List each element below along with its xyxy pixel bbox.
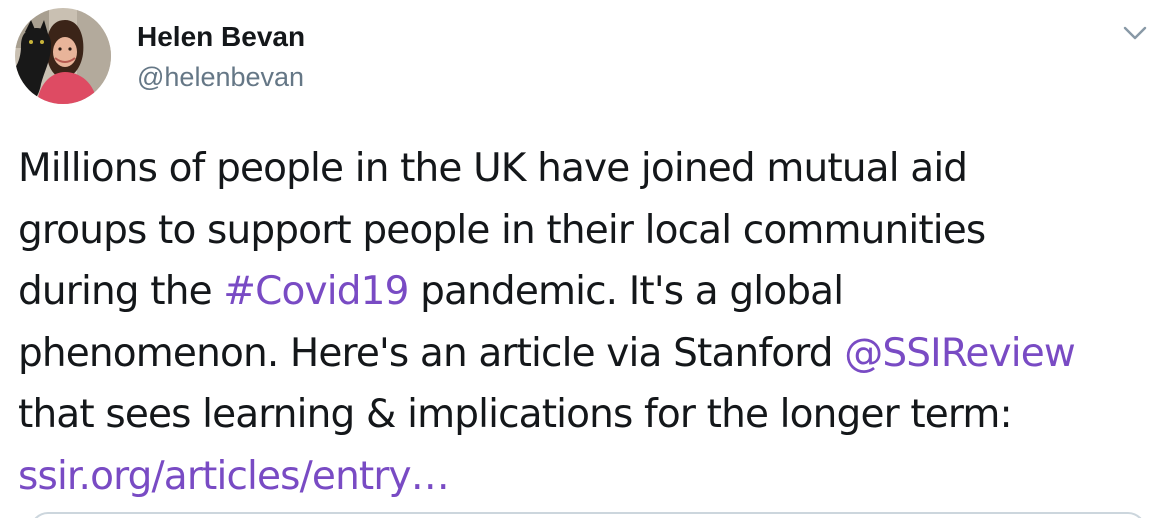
- link-preview-card[interactable]: [30, 512, 1146, 518]
- chevron-down-icon: [1123, 26, 1147, 40]
- tweet-text-segment: phenomenon. Here's an article via Stanfo…: [18, 330, 845, 376]
- tweet-text-line: during the #Covid19 pandemic. It's a glo…: [18, 261, 1158, 323]
- tweet-text-line: ssir.org/articles/entry…: [18, 446, 1158, 508]
- tweet-text-segment: Millions of people in the UK have joined…: [18, 146, 968, 191]
- avatar[interactable]: [15, 8, 111, 104]
- tweet-menu-button[interactable]: [1121, 20, 1149, 46]
- tweet-text-segment: pandemic. It's a global: [408, 269, 844, 314]
- tweet-text-segment: groups to support people in their local …: [18, 207, 986, 253]
- hashtag-link[interactable]: #Covid19: [223, 269, 409, 314]
- tweet-text-line: groups to support people in their local …: [18, 200, 1158, 262]
- mention-link[interactable]: @SSIReview: [844, 331, 1076, 376]
- tweet-text: Millions of people in the UK have joined…: [18, 138, 1158, 507]
- tweet-text-segment: that sees learning & implications for th…: [18, 392, 1013, 437]
- tweet-text-line: Millions of people in the UK have joined…: [18, 138, 1158, 200]
- tweet-text-segment: during the: [18, 269, 224, 314]
- author-handle[interactable]: @helenbevan: [137, 60, 304, 94]
- tweet: Helen Bevan @helenbevan Millions of peop…: [0, 0, 1173, 518]
- url-link[interactable]: ssir.org/articles/entry…: [18, 454, 450, 499]
- author-name[interactable]: Helen Bevan: [137, 20, 305, 54]
- profile-photo-with-cat-icon: [15, 8, 111, 104]
- tweet-text-line: phenomenon. Here's an article via Stanfo…: [18, 323, 1158, 385]
- tweet-text-line: that sees learning & implications for th…: [18, 384, 1158, 446]
